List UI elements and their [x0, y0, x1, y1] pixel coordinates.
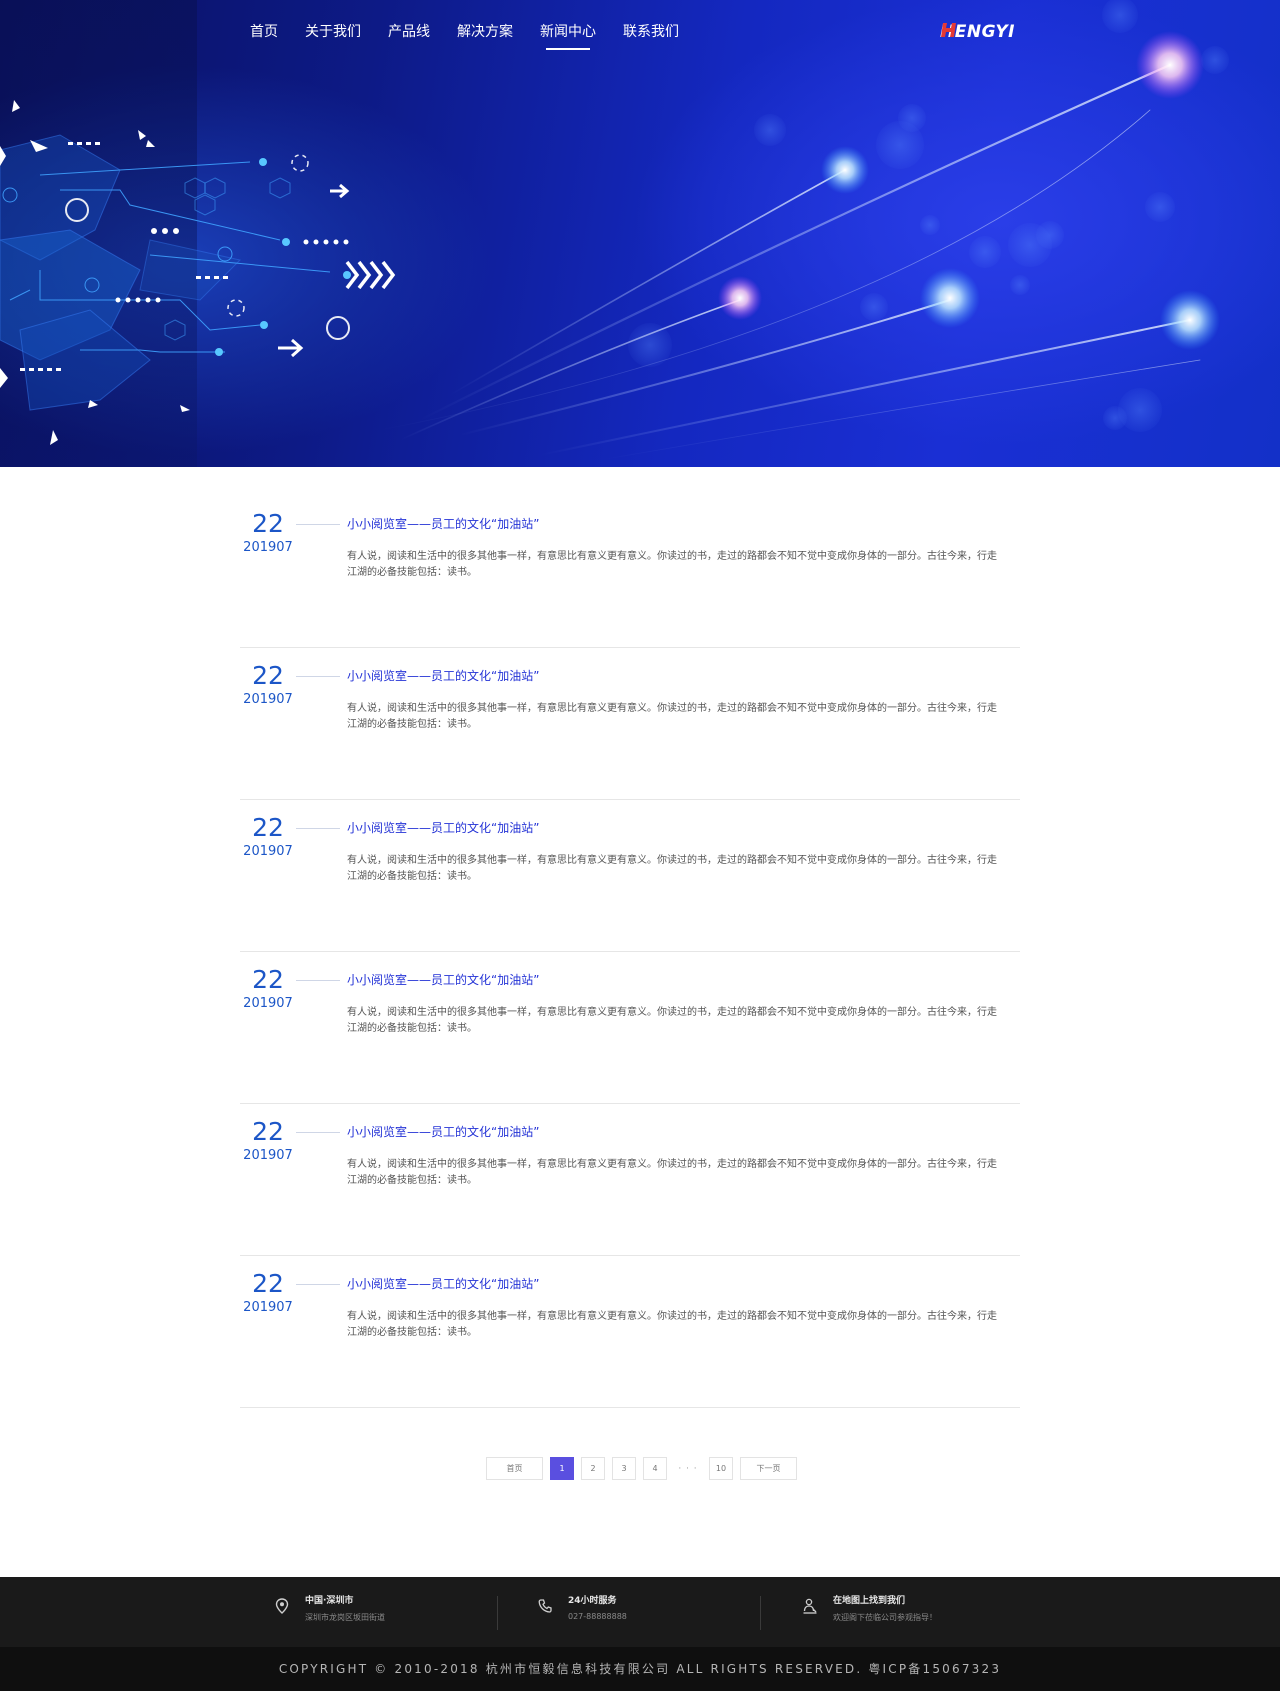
news-title-link[interactable]: 小小阅览室——员工的文化“加油站”: [347, 667, 539, 685]
news-item[interactable]: 22 201907 小小阅览室——员工的文化“加油站” 有人说，阅读和生活中的很…: [240, 1104, 1020, 1256]
news-item[interactable]: 22 201907 小小阅览室——员工的文化“加油站” 有人说，阅读和生活中的很…: [240, 800, 1020, 952]
footer-service-phone[interactable]: 027-88888888: [568, 1612, 627, 1621]
footer-divider: [497, 1596, 498, 1630]
news-date-divider: [296, 980, 340, 981]
light-glows: [718, 31, 1220, 350]
news-date-day: 22: [252, 965, 284, 994]
hero-graphics: [0, 0, 1229, 461]
news-title-link[interactable]: 小小阅览室——员工的文化“加油站”: [347, 1275, 539, 1293]
news-date-year-month: 201907: [243, 996, 293, 1011]
news-title-link[interactable]: 小小阅览室——员工的文化“加油站”: [347, 819, 539, 837]
news-summary: 有人说，阅读和生活中的很多其他事一样，有意思比有意义更有意义。你读过的书，走过的…: [347, 1159, 997, 1186]
first-page-button[interactable]: 首页: [486, 1457, 543, 1480]
next-page-button[interactable]: 下一页: [740, 1457, 797, 1480]
footer-service-title: 24小时服务: [568, 1596, 617, 1606]
news-date-divider: [296, 676, 340, 677]
news-date-divider: [296, 1132, 340, 1133]
phone-icon: [538, 1599, 552, 1613]
news-date-year-month: 201907: [243, 540, 293, 555]
news-item[interactable]: 22 201907 小小阅览室——员工的文化“加油站” 有人说，阅读和生活中的很…: [240, 496, 1020, 648]
nav-item-contact[interactable]: 联系我们: [623, 22, 679, 42]
news-date-day: 22: [252, 1117, 284, 1146]
news-summary: 有人说，阅读和生活中的很多其他事一样，有意思比有意义更有意义。你读过的书，走过的…: [347, 703, 997, 730]
nav-item-home[interactable]: 首页: [250, 22, 278, 42]
pagination-ellipsis: · · ·: [674, 1457, 702, 1480]
news-item[interactable]: 22 201907 小小阅览室——员工的文化“加油站” 有人说，阅读和生活中的很…: [240, 952, 1020, 1104]
page-button-2[interactable]: 2: [581, 1457, 605, 1480]
page-button-4[interactable]: 4: [643, 1457, 667, 1480]
logo[interactable]: HENGYI: [940, 22, 1015, 42]
news-summary: 有人说，阅读和生活中的很多其他事一样，有意思比有意义更有意义。你读过的书，走过的…: [347, 855, 997, 882]
news-date-divider: [296, 828, 340, 829]
news-item[interactable]: 22 201907 小小阅览室——员工的文化“加油站” 有人说，阅读和生活中的很…: [240, 1256, 1020, 1408]
logo-mark-icon: [941, 23, 956, 37]
pagination: 首页 1 2 3 4 · · · 10 下一页: [486, 1457, 804, 1480]
news-item[interactable]: 22 201907 小小阅览室——员工的文化“加油站” 有人说，阅读和生活中的很…: [240, 648, 1020, 800]
footer-copyright: COPYRIGHT © 2010-2018 杭州市恒毅信息科技有限公司 ALL …: [0, 1647, 1280, 1691]
light-streaks: [379, 63, 1201, 461]
hero-banner: 首页 关于我们 产品线 解决方案 新闻中心 联系我们 HENGYI: [0, 0, 1280, 467]
nav-item-solutions[interactable]: 解决方案: [457, 22, 513, 42]
news-title-link[interactable]: 小小阅览室——员工的文化“加油站”: [347, 515, 539, 533]
footer-divider: [760, 1596, 761, 1630]
news-title-link[interactable]: 小小阅览室——员工的文化“加油站”: [347, 1123, 539, 1141]
nav-item-products[interactable]: 产品线: [388, 22, 430, 42]
news-summary: 有人说，阅读和生活中的很多其他事一样，有意思比有意义更有意义。你读过的书，走过的…: [347, 1007, 997, 1034]
footer-map-title: 在地图上找到我们: [833, 1596, 906, 1606]
news-date-divider: [296, 524, 340, 525]
footer-info-bar: 中国·深圳市 深圳市龙岗区坂田街道 24小时服务 027-88888888 在地…: [0, 1577, 1280, 1647]
footer-address-detail: 深圳市龙岗区坂田街道: [305, 1613, 385, 1622]
nav-item-news[interactable]: 新闻中心: [540, 22, 596, 50]
news-summary: 有人说，阅读和生活中的很多其他事一样，有意思比有意义更有意义。你读过的书，走过的…: [347, 1311, 997, 1338]
location-pin-icon: [275, 1598, 289, 1614]
news-date-day: 22: [252, 813, 284, 842]
tech-circuit-graphic: [0, 134, 350, 411]
news-date-year-month: 201907: [243, 692, 293, 707]
news-date-day: 22: [252, 1269, 284, 1298]
news-title-link[interactable]: 小小阅览室——员工的文化“加油站”: [347, 971, 539, 989]
news-date-year-month: 201907: [243, 844, 293, 859]
footer-address-title: 中国·深圳市: [305, 1596, 354, 1606]
main-nav: 首页 关于我们 产品线 解决方案 新闻中心 联系我们: [250, 22, 706, 50]
map-person-icon: [803, 1598, 817, 1614]
nav-item-about[interactable]: 关于我们: [305, 22, 361, 42]
news-date-day: 22: [252, 509, 284, 538]
news-list: 22 201907 小小阅览室——员工的文化“加油站” 有人说，阅读和生活中的很…: [240, 496, 1020, 1408]
news-date-year-month: 201907: [243, 1300, 293, 1315]
news-summary: 有人说，阅读和生活中的很多其他事一样，有意思比有意义更有意义。你读过的书，走过的…: [347, 551, 997, 578]
page-button-3[interactable]: 3: [612, 1457, 636, 1480]
news-date-divider: [296, 1284, 340, 1285]
page-button-last[interactable]: 10: [709, 1457, 733, 1480]
page-button-1[interactable]: 1: [550, 1457, 574, 1480]
footer-map-sub: 欢迎阁下莅临公司参观指导！: [833, 1613, 937, 1622]
news-date-day: 22: [252, 661, 284, 690]
news-date-year-month: 201907: [243, 1148, 293, 1163]
